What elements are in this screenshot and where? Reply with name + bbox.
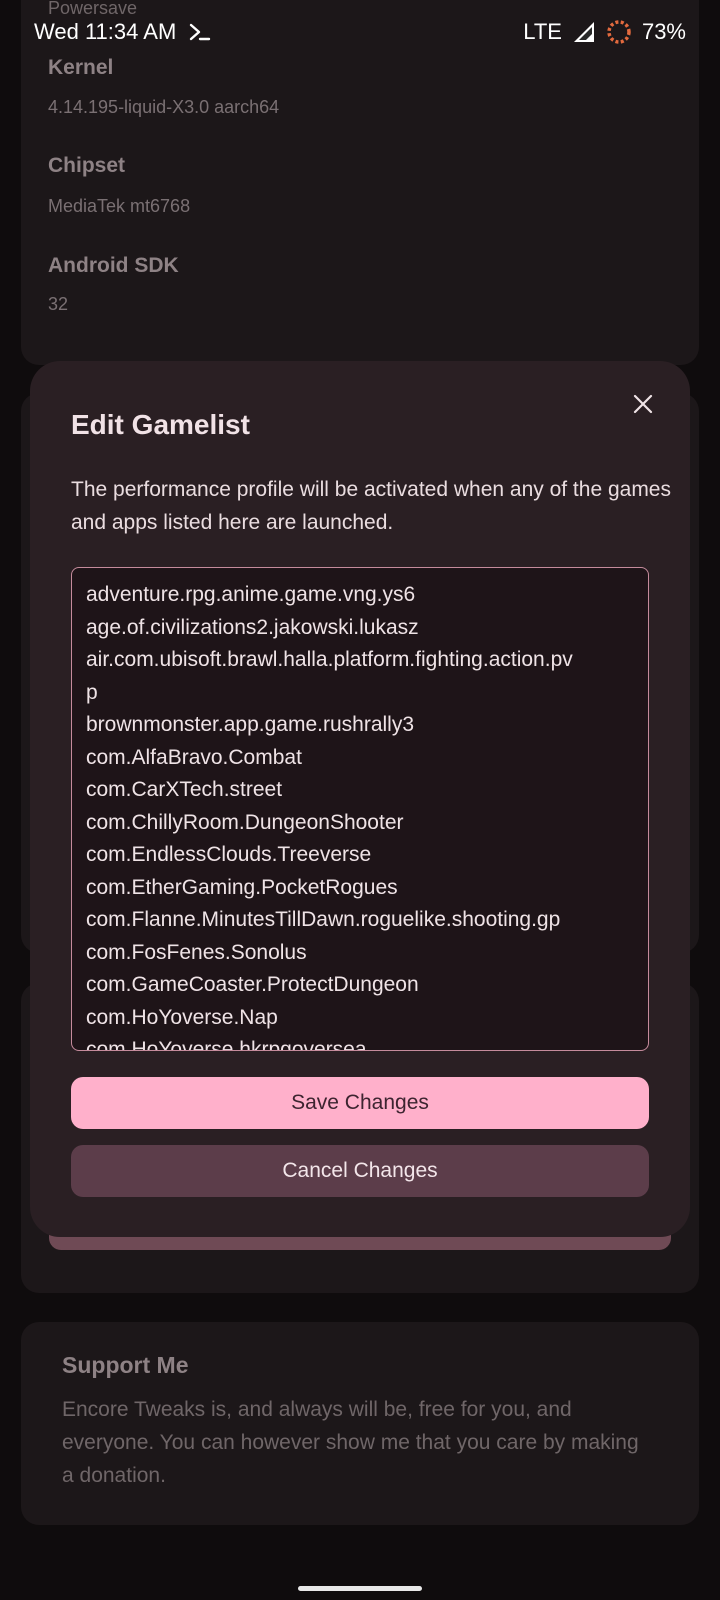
save-changes-button[interactable]: Save Changes: [71, 1077, 649, 1129]
edit-gamelist-dialog: Edit Gamelist The performance profile wi…: [30, 361, 690, 1237]
kernel-value: 4.14.195-liquid-X3.0 aarch64: [48, 97, 280, 117]
dialog-title: Edit Gamelist: [71, 409, 250, 440]
close-icon: [633, 394, 653, 414]
status-time: Wed 11:34 AM: [34, 19, 177, 44]
support-title: Support Me: [62, 1352, 189, 1378]
network-type: LTE: [523, 19, 562, 44]
gamelist-textarea[interactable]: adventure.rpg.anime.game.vng.ys6 age.of.…: [71, 567, 649, 1051]
gamelist-line: brownmonster.app.game.rushrally3: [86, 713, 415, 736]
chipset-value: MediaTek mt6768: [48, 196, 191, 216]
gamelist-line: adventure.rpg.anime.game.vng.ys6: [86, 583, 416, 606]
chipset-label: Chipset: [48, 154, 126, 177]
gamelist-line: com.HoYoverse.Nap: [86, 1005, 278, 1029]
gesture-nav-handle[interactable]: [298, 1586, 422, 1591]
gamelist-line: com.AlfaBravo.Combat: [86, 745, 302, 769]
gamelist-line: com.HoYoverse.hkrpgoversea: [86, 1038, 367, 1051]
gamelist-line: com.ChillyRoom.DungeonShooter: [86, 810, 404, 834]
gamelist-line: air.com.ubisoft.brawl.halla.platform.fig…: [86, 648, 573, 671]
gamelist-line: com.FosFenes.Sonolus: [86, 940, 307, 964]
terminal-icon: [188, 21, 212, 43]
gamelist-line: com.Flanne.MinutesTillDawn.roguelike.sho…: [86, 908, 561, 931]
gamelist-line: com.GameCoaster.ProtectDungeon: [86, 973, 419, 996]
battery-percent: 73%: [641, 19, 686, 44]
cancel-changes-button[interactable]: Cancel Changes: [71, 1145, 649, 1197]
signal-icon: [573, 22, 594, 42]
gamelist-line: com.CarXTech.street: [86, 778, 283, 801]
battery-ring-icon: [607, 20, 631, 44]
close-button[interactable]: [626, 387, 660, 421]
gamelist-line: age.of.civilizations2.jakowski.lukasz: [86, 615, 419, 639]
gamelist-line: com.EndlessClouds.Treeverse: [86, 843, 372, 866]
gamelist-line: com.EtherGaming.PocketRogues: [86, 875, 398, 899]
status-bar: Wed 11:34 AM LTE 73%: [0, 0, 720, 64]
sdk-label: Android SDK: [48, 254, 179, 277]
support-text: Encore Tweaks is, and always will be, fr…: [62, 1398, 639, 1487]
dialog-description: The performance profile will be activate…: [71, 478, 671, 534]
gamelist-line: p: [86, 680, 98, 704]
sdk-value: 32: [48, 294, 69, 314]
